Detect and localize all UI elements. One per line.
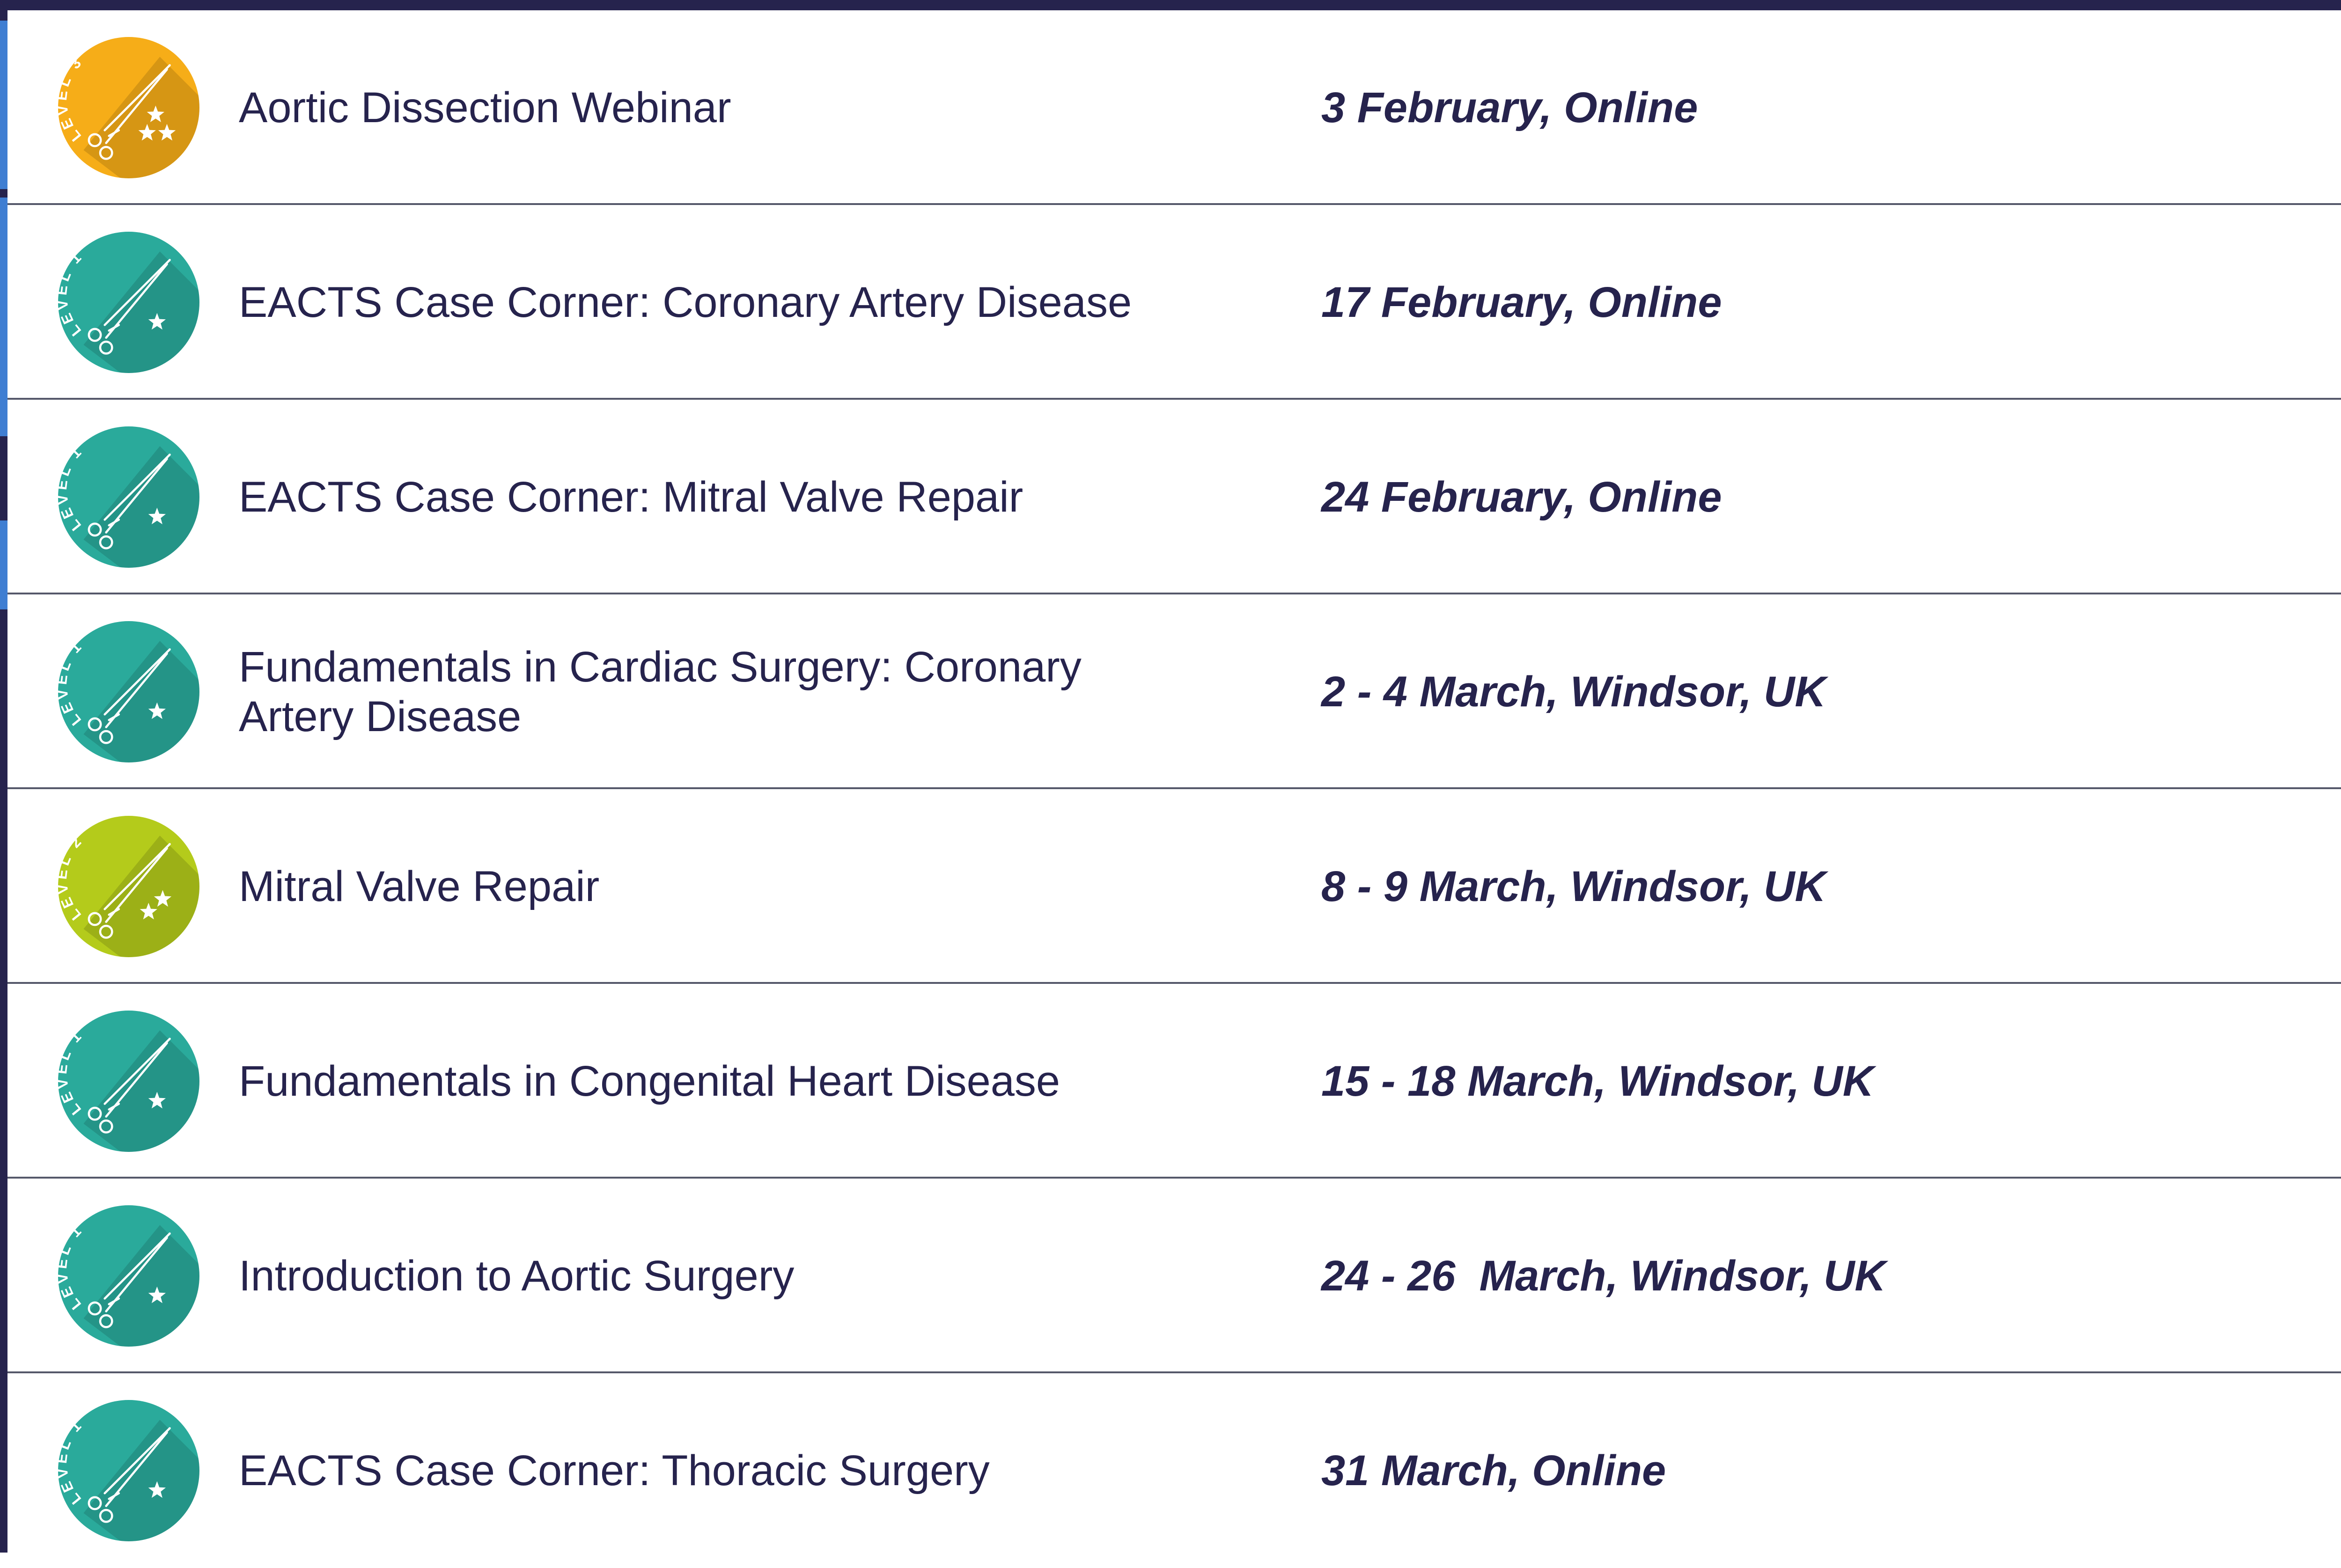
event-list: LEVEL 3 Aortic Dissection Webinar 3 Febr… bbox=[7, 10, 2341, 1553]
event-row[interactable]: LEVEL 2 Mitral Valve Repair 8 - 9 March,… bbox=[7, 789, 2341, 984]
level-1-badge-icon: LEVEL 1 bbox=[58, 1400, 199, 1541]
event-title: EACTS Case Corner: Mitral Valve Repair bbox=[239, 473, 1023, 521]
top-frame-bar bbox=[0, 0, 2341, 10]
event-row[interactable]: LEVEL 3 Aortic Dissection Webinar 3 Febr… bbox=[7, 10, 2341, 205]
strip-accent bbox=[0, 21, 7, 189]
event-row[interactable]: LEVEL 1 EACTS Case Corner: Thoracic Surg… bbox=[7, 1373, 2341, 1553]
level-2-badge-icon: LEVEL 2 bbox=[58, 816, 199, 957]
event-date: 17 February, Online bbox=[1321, 278, 1722, 326]
event-date: 8 - 9 March, Windsor, UK bbox=[1321, 862, 1826, 910]
level-1-badge-icon: LEVEL 1 bbox=[58, 426, 199, 568]
event-title: Fundamentals in Cardiac Surgery: Coronar… bbox=[239, 643, 1082, 740]
event-date: 15 - 18 March, Windsor, UK bbox=[1321, 1057, 1874, 1105]
event-title: EACTS Case Corner: Coronary Artery Disea… bbox=[239, 278, 1132, 326]
level-1-badge-icon: LEVEL 1 bbox=[58, 232, 199, 373]
event-row[interactable]: LEVEL 1 EACTS Case Corner: Mitral Valve … bbox=[7, 400, 2341, 594]
event-row[interactable]: LEVEL 1 EACTS Case Corner: Coronary Arte… bbox=[7, 205, 2341, 400]
level-1-badge-icon: LEVEL 1 bbox=[58, 621, 199, 762]
level-3-badge-icon: LEVEL 3 bbox=[58, 37, 199, 178]
event-title: Fundamentals in Congenital Heart Disease bbox=[239, 1057, 1060, 1105]
event-title: Mitral Valve Repair bbox=[239, 863, 600, 910]
event-row[interactable]: LEVEL 1 Introduction to Aortic Surgery 2… bbox=[7, 1179, 2341, 1373]
left-frame-strip bbox=[0, 10, 7, 1553]
strip-accent bbox=[0, 198, 7, 436]
event-title: EACTS Case Corner: Thoracic Surgery bbox=[239, 1447, 990, 1495]
event-date: 24 February, Online bbox=[1321, 473, 1722, 521]
event-date: 31 March, Online bbox=[1321, 1446, 1666, 1495]
event-date: 3 February, Online bbox=[1321, 83, 1698, 132]
event-date: 2 - 4 March, Windsor, UK bbox=[1321, 667, 1826, 716]
event-row[interactable]: LEVEL 1 Fundamentals in Cardiac Surgery:… bbox=[7, 594, 2341, 789]
level-1-badge-icon: LEVEL 1 bbox=[58, 1011, 199, 1152]
event-date: 24 - 26 March, Windsor, UK bbox=[1321, 1252, 1886, 1300]
event-title: Introduction to Aortic Surgery bbox=[239, 1252, 795, 1300]
event-row[interactable]: LEVEL 1 Fundamentals in Congenital Heart… bbox=[7, 984, 2341, 1179]
strip-accent bbox=[0, 520, 7, 609]
level-1-badge-icon: LEVEL 1 bbox=[58, 1205, 199, 1347]
event-title: Aortic Dissection Webinar bbox=[239, 84, 731, 132]
